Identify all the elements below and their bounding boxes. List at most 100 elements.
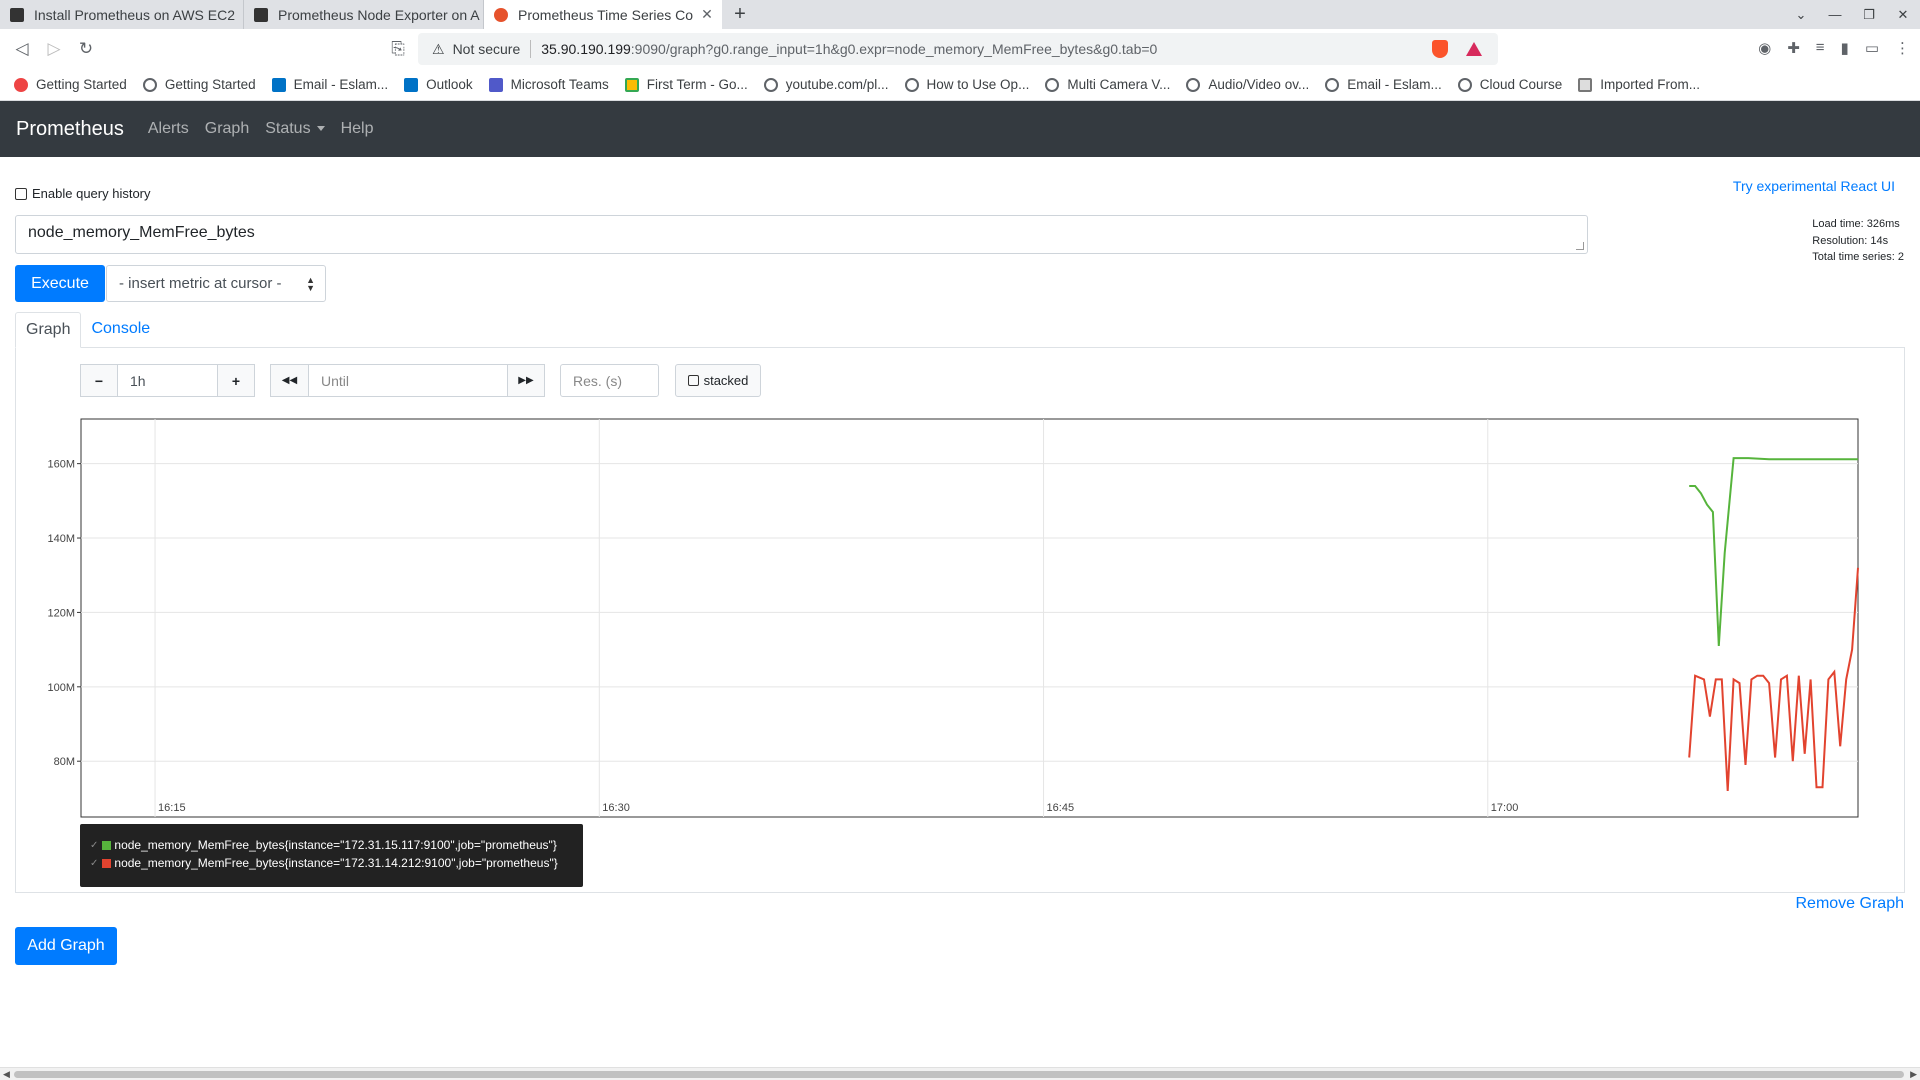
puzzle-icon[interactable]: ✚ — [1787, 39, 1800, 57]
bookmark-label: Multi Camera V... — [1067, 77, 1171, 92]
legend-item[interactable]: ✓ node_memory_MemFree_bytes{instance="17… — [90, 836, 573, 854]
prometheus-favicon-icon — [494, 7, 508, 22]
tab-console[interactable]: Console — [81, 312, 160, 348]
expression-input[interactable]: node_memory_MemFree_bytes — [15, 215, 1588, 254]
execute-button[interactable]: Execute — [15, 265, 105, 302]
legend-item[interactable]: ✓ node_memory_MemFree_bytes{instance="17… — [90, 854, 573, 872]
x-tick-label: 16:15 — [158, 802, 186, 814]
close-tab-icon[interactable]: ✕ — [701, 6, 713, 23]
range-input[interactable]: 1h — [117, 364, 218, 397]
legend-label: node_memory_MemFree_bytes{instance="172.… — [114, 838, 557, 852]
bookmark-item[interactable]: Multi Camera V... — [1045, 77, 1170, 92]
reload-icon[interactable]: ↻ — [70, 39, 102, 59]
browser-tab-1[interactable]: Install Prometheus on AWS EC2 — [0, 0, 244, 29]
wallet-icon[interactable]: ▭ — [1865, 39, 1879, 57]
add-graph-button[interactable]: Add Graph — [15, 927, 117, 965]
x-tick-label: 17:00 — [1491, 802, 1519, 814]
bookmark-item[interactable]: Getting Started — [142, 77, 256, 92]
close-window-icon[interactable]: ✕ — [1886, 7, 1920, 23]
security-label: Not secure — [452, 41, 521, 57]
query-history-toggle[interactable]: Enable query history — [15, 186, 151, 201]
address-bar[interactable]: ⚠ Not secure 35.90.190.199 :9090/graph?g… — [418, 33, 1498, 65]
x-tick-label: 16:45 — [1047, 802, 1075, 814]
insert-metric-select[interactable]: - insert metric at cursor - ▲ ▼ — [106, 265, 326, 302]
window-controls: ⌄ — ❐ ✕ — [1784, 0, 1920, 29]
bookmark-label: Cloud Course — [1479, 77, 1563, 92]
caret-down-icon — [316, 126, 325, 132]
maximize-icon[interactable]: ❐ — [1852, 7, 1886, 23]
brave-shield-icon[interactable] — [1432, 40, 1448, 58]
browser-tab-title: Install Prometheus on AWS EC2 — [34, 6, 236, 23]
checkbox[interactable] — [15, 187, 27, 200]
nav-status[interactable]: Status — [265, 120, 325, 138]
tab-search-icon[interactable]: ⌄ — [1784, 7, 1818, 23]
bookmark-label: First Term - Go... — [646, 77, 748, 92]
bookmark-label: Getting Started — [164, 77, 256, 92]
browser-toolbar: ◁ ▷ ↻ ⎘ ⚠ Not secure 35.90.190.199 :9090… — [0, 29, 1920, 69]
bookmark-item[interactable]: Microsoft Teams — [488, 77, 609, 92]
query-history-label: Enable query history — [32, 186, 151, 201]
scroll-left-icon[interactable]: ◀ — [3, 1068, 10, 1080]
bookmark-item[interactable]: How to Use Op... — [904, 77, 1029, 92]
range-decrease-button[interactable]: − — [80, 364, 118, 397]
y-tick-label: 100M — [47, 682, 75, 694]
url-host: 35.90.190.199 — [541, 41, 631, 57]
time-back-button[interactable]: ◀◀ — [270, 364, 309, 397]
nav-help[interactable]: Help — [341, 120, 374, 138]
insert-metric-label: - insert metric at cursor - — [119, 275, 282, 292]
bookmark-item[interactable]: Getting Started — [14, 77, 127, 92]
google-drive-icon — [624, 77, 639, 92]
tab-graph[interactable]: Graph — [15, 312, 82, 348]
brand-link[interactable]: Prometheus — [16, 118, 124, 141]
bookmark-folder[interactable]: Imported From... — [1578, 77, 1700, 92]
nav-alerts[interactable]: Alerts — [148, 120, 189, 138]
bookmark-item[interactable]: Outlook — [404, 77, 473, 92]
until-input[interactable]: Until — [308, 364, 508, 397]
legend-swatch — [102, 840, 112, 850]
bookmark-item[interactable]: Audio/Video ov... — [1186, 77, 1309, 92]
bookmark-item[interactable]: Cloud Course — [1457, 77, 1563, 92]
browser-tab-title: Prometheus Node Exporter on A — [278, 6, 480, 23]
playlist-icon[interactable]: ≡ — [1816, 39, 1825, 57]
expression-value: node_memory_MemFree_bytes — [28, 224, 255, 241]
horizontal-scrollbar[interactable]: ◀ ▶ — [0, 1067, 1920, 1080]
select-arrows-icon: ▲ ▼ — [306, 275, 315, 293]
globe-icon — [142, 77, 157, 92]
browser-tab-2[interactable]: Prometheus Node Exporter on A — [244, 0, 484, 29]
bookmark-item[interactable]: First Term - Go... — [624, 77, 748, 92]
menu-icon[interactable]: ⋮ — [1895, 39, 1910, 57]
browser-tab-3[interactable]: Prometheus Time Series Co ✕ — [484, 0, 722, 29]
bookmark-icon[interactable]: ⎘ — [382, 39, 414, 59]
prometheus-navbar: Prometheus Alerts Graph Status Help — [0, 101, 1920, 157]
divider — [530, 40, 532, 58]
range-increase-button[interactable]: + — [217, 364, 255, 397]
extension-icon[interactable]: ◉ — [1758, 39, 1771, 57]
time-forward-button[interactable]: ▶▶ — [507, 364, 545, 397]
resize-handle[interactable] — [1576, 242, 1584, 250]
nav-graph[interactable]: Graph — [205, 120, 249, 138]
brave-rewards-icon[interactable] — [1466, 42, 1482, 56]
resolution-input[interactable]: Res. (s) — [560, 364, 659, 397]
sidebar-icon[interactable]: ▮ — [1841, 39, 1849, 57]
stacked-toggle[interactable]: stacked — [675, 364, 761, 397]
bookmarks-bar: Getting Started Getting Started Email - … — [0, 69, 1920, 101]
globe-icon — [904, 77, 919, 92]
back-icon[interactable]: ◁ — [6, 39, 38, 59]
new-tab-button[interactable]: + — [722, 3, 758, 26]
bookmark-item[interactable]: Email - Eslam... — [271, 77, 388, 92]
checkbox[interactable] — [687, 375, 699, 386]
plot-area — [80, 418, 1859, 818]
scrollbar-thumb[interactable] — [14, 1071, 1904, 1078]
forward-icon[interactable]: ▷ — [38, 39, 70, 59]
x-tick-label: 16:30 — [602, 802, 630, 814]
react-ui-link[interactable]: Try experimental React UI — [1733, 178, 1895, 194]
globe-icon — [1325, 77, 1340, 92]
legend-label: node_memory_MemFree_bytes{instance="172.… — [114, 856, 558, 870]
bookmark-item[interactable]: youtube.com/pl... — [763, 77, 889, 92]
remove-graph-link[interactable]: Remove Graph — [1796, 895, 1905, 913]
bookmark-label: Outlook — [426, 77, 473, 92]
scroll-right-icon[interactable]: ▶ — [1910, 1068, 1917, 1080]
resolution: Resolution: 14s — [1812, 234, 1889, 247]
bookmark-item[interactable]: Email - Eslam... — [1325, 77, 1442, 92]
minimize-icon[interactable]: — — [1818, 7, 1852, 22]
